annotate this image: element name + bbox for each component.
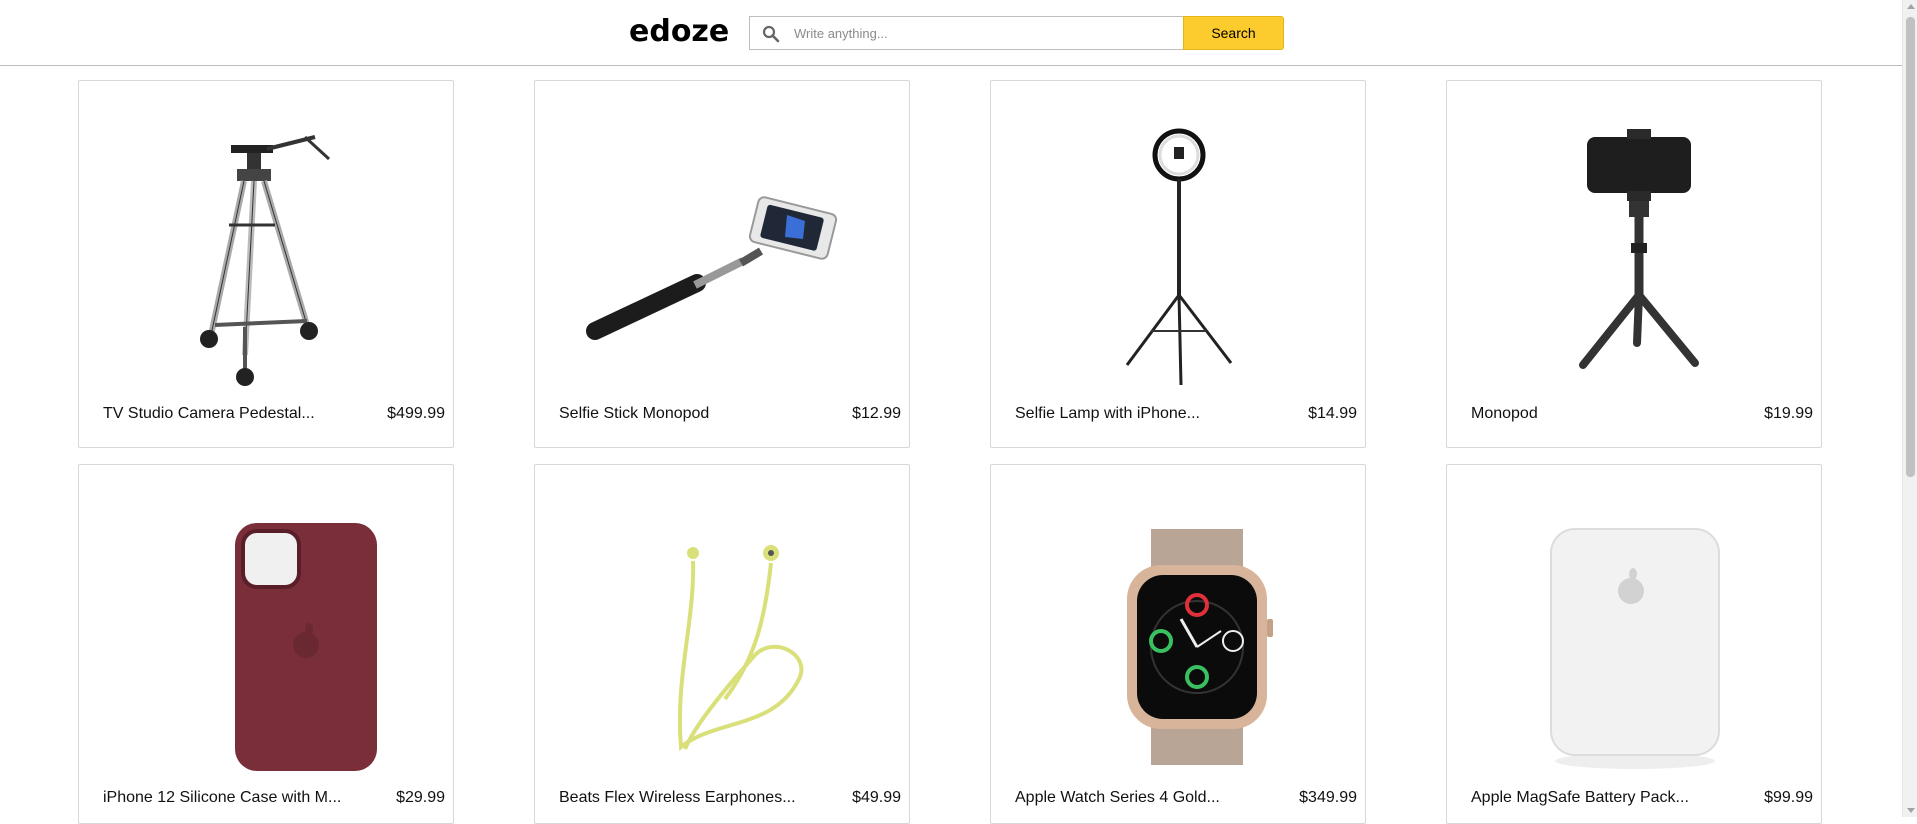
- product-price: $12.99: [852, 405, 901, 422]
- page-scrollbar[interactable]: [1902, 0, 1917, 817]
- product-card[interactable]: TV Studio Camera Pedestal... $499.99: [78, 80, 454, 448]
- product-name[interactable]: TV Studio Camera Pedestal...: [103, 405, 315, 423]
- selfie-stick-image: [586, 196, 838, 340]
- watch-image: [1127, 529, 1273, 765]
- product-card[interactable]: Apple Watch Series 4 Gold... $349.99: [990, 464, 1366, 824]
- top-header: edoze Search: [0, 0, 1902, 66]
- search-input[interactable]: [794, 18, 1174, 48]
- product-name[interactable]: Selfie Lamp with iPhone...: [1015, 405, 1200, 423]
- product-card[interactable]: Selfie Lamp with iPhone... $14.99: [990, 80, 1366, 448]
- product-price: $499.99: [387, 405, 445, 422]
- product-card[interactable]: Selfie Stick Monopod $12.99: [534, 80, 910, 448]
- product-card[interactable]: Monopod $19.99: [1446, 80, 1822, 448]
- ring-light-image: [1125, 128, 1233, 386]
- search-icon: [762, 25, 780, 43]
- tripod-image: [200, 135, 331, 386]
- scroll-down-icon[interactable]: [1907, 808, 1915, 813]
- scroll-thumb[interactable]: [1906, 17, 1915, 477]
- product-price: $19.99: [1764, 405, 1813, 422]
- product-name[interactable]: Monopod: [1471, 405, 1538, 423]
- product-card[interactable]: Apple MagSafe Battery Pack... $99.99: [1446, 464, 1822, 824]
- phone-case-image: [235, 523, 377, 771]
- product-card[interactable]: iPhone 12 Silicone Case with M... $29.99: [78, 464, 454, 824]
- product-name[interactable]: Apple MagSafe Battery Pack...: [1471, 789, 1689, 807]
- earphones-image: [677, 545, 804, 751]
- product-price: $349.99: [1299, 789, 1357, 806]
- product-price: $29.99: [396, 789, 445, 806]
- site-logo[interactable]: edoze: [629, 14, 729, 49]
- search-bar[interactable]: [749, 16, 1184, 50]
- product-name[interactable]: Beats Flex Wireless Earphones...: [559, 789, 796, 807]
- product-name[interactable]: Apple Watch Series 4 Gold...: [1015, 789, 1220, 807]
- product-price: $49.99: [852, 789, 901, 806]
- search-button[interactable]: Search: [1183, 16, 1284, 50]
- battery-pack-image: [1550, 528, 1720, 769]
- scroll-up-icon[interactable]: [1907, 4, 1915, 9]
- product-name[interactable]: Selfie Stick Monopod: [559, 405, 709, 423]
- product-card[interactable]: Beats Flex Wireless Earphones... $49.99: [534, 464, 910, 824]
- product-price: $99.99: [1764, 789, 1813, 806]
- monopod-image: [1579, 129, 1699, 369]
- product-name[interactable]: iPhone 12 Silicone Case with M...: [103, 789, 341, 807]
- product-price: $14.99: [1308, 405, 1357, 422]
